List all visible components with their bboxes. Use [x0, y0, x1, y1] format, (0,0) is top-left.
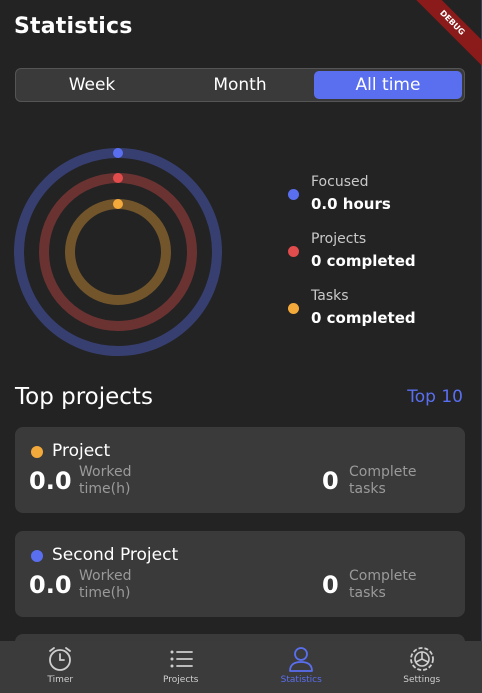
legend-tasks: Tasks 0 completed: [288, 286, 416, 343]
tasks-ring: [65, 199, 171, 305]
top-projects-title: Top projects: [15, 384, 153, 410]
nav-settings[interactable]: Settings: [362, 641, 482, 693]
projects-dot: [288, 246, 299, 257]
nav-statistics[interactable]: Statistics: [241, 641, 362, 693]
projects-ring-marker: [113, 173, 123, 183]
worked-hours-value: 0.0: [29, 571, 72, 599]
tasks-dot: [288, 303, 299, 314]
focused-ring-marker: [113, 148, 123, 158]
legend-label: Projects: [311, 231, 367, 247]
tab-month[interactable]: Month: [166, 71, 314, 99]
completed-tasks-value: 0: [322, 467, 339, 495]
nav-label: Projects: [163, 675, 199, 685]
project-name: Second Project: [52, 545, 179, 565]
worked-hours-label: Worked time(h): [79, 568, 132, 601]
gear-icon: [409, 647, 434, 671]
page-title: Statistics: [14, 14, 133, 39]
project-card[interactable]: Project 0.0 Worked time(h) 0 Complete ta…: [15, 427, 465, 513]
tab-all-time[interactable]: All time: [314, 71, 462, 99]
legend-value: 0 completed: [311, 252, 416, 270]
person-icon: [289, 647, 314, 672]
legend-projects: Projects 0 completed: [288, 229, 416, 286]
legend-value: 0.0 hours: [311, 195, 391, 213]
worked-hours-value: 0.0: [29, 467, 72, 495]
nav-projects[interactable]: Projects: [121, 641, 242, 693]
progress-rings-chart: [14, 148, 222, 356]
top-10-link[interactable]: Top 10: [407, 387, 463, 407]
list-icon: [170, 650, 193, 668]
stats-legend: Focused 0.0 hours Projects 0 completed T…: [288, 172, 416, 343]
nav-timer[interactable]: Timer: [0, 641, 121, 693]
period-selector: Week Month All time: [15, 68, 465, 102]
legend-focused: Focused 0.0 hours: [288, 172, 416, 229]
project-name: Project: [52, 441, 111, 461]
tab-week[interactable]: Week: [18, 71, 166, 99]
tasks-ring-marker: [113, 199, 123, 209]
completed-tasks-value: 0: [322, 571, 339, 599]
focused-dot: [288, 189, 299, 200]
nav-label: Settings: [403, 675, 441, 685]
bottom-navigation: Timer Projects Statistics Settings: [0, 641, 482, 693]
worked-hours-label: Worked time(h): [79, 464, 132, 497]
completed-tasks-label: Complete tasks: [349, 568, 417, 601]
nav-label: Statistics: [280, 675, 322, 685]
project-color-dot: [31, 446, 43, 458]
statistics-screen: Statistics DEBUG Week Month All time Foc…: [0, 0, 482, 693]
completed-tasks-label: Complete tasks: [349, 464, 417, 497]
project-color-dot: [31, 550, 43, 562]
legend-label: Focused: [311, 174, 369, 190]
legend-label: Tasks: [311, 288, 349, 304]
nav-label: Timer: [47, 675, 74, 685]
alarm-clock-icon: [49, 647, 72, 671]
debug-banner: DEBUG: [406, 0, 482, 69]
project-card[interactable]: Second Project 0.0 Worked time(h) 0 Comp…: [15, 531, 465, 617]
legend-value: 0 completed: [311, 309, 416, 327]
